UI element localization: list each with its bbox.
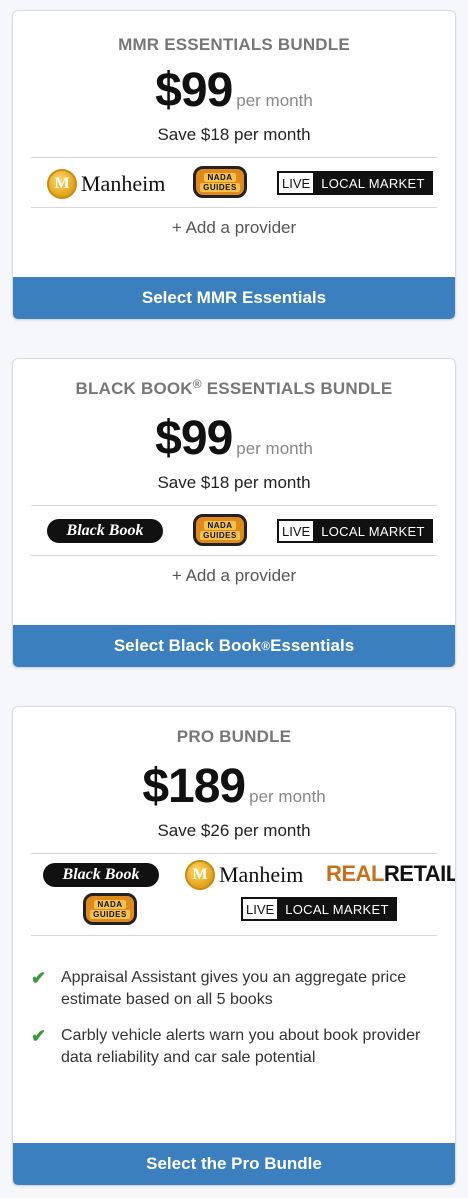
live-local-market-logo: LIVE LOCAL MARKET	[241, 897, 397, 921]
savings-text: Save $26 per month	[157, 821, 311, 840]
bundle-title: MMR ESSENTIALS BUNDLE	[118, 35, 350, 54]
divider	[31, 935, 437, 936]
manheim-wordmark: Manheim	[219, 862, 304, 887]
price-period: per month	[236, 439, 313, 458]
bundle-title: BLACK BOOK® ESSENTIALS BUNDLE	[75, 377, 393, 398]
live-local-market-logo: LIVE LOCAL MARKET	[277, 519, 433, 543]
manheim-badge-icon: M	[185, 860, 215, 890]
select-black-book-essentials-button[interactable]: Select Black Book ® Essentials	[13, 625, 455, 667]
check-icon: ✔	[31, 1026, 47, 1046]
price-period: per month	[249, 787, 326, 806]
bundle-card-pro: PRO BUNDLE $189 per month Save $26 per mo…	[12, 706, 456, 1186]
black-book-logo: Black Book	[43, 863, 159, 887]
live-local-market-logo: LIVE LOCAL MARKET	[277, 171, 433, 195]
bundle-card-mmr: MMR ESSENTIALS BUNDLE $99 per month Save …	[12, 10, 456, 320]
feature-item: ✔ Appraisal Assistant gives you an aggre…	[31, 967, 437, 1011]
check-icon: ✔	[31, 968, 47, 988]
price: $99	[155, 412, 233, 465]
manheim-badge-icon: M	[47, 169, 77, 199]
add-provider-link[interactable]: + Add a provider	[13, 566, 455, 586]
nada-guides-logo: NADA GUIDES	[193, 166, 247, 198]
divider	[31, 207, 437, 208]
nada-guides-logo: NADA GUIDES	[83, 893, 137, 925]
real-retail-logo: REAL RETAIL	[326, 861, 456, 886]
divider	[31, 505, 437, 506]
manheim-wordmark: Manheim	[81, 171, 166, 196]
bundle-title: PRO BUNDLE	[176, 727, 292, 746]
divider	[31, 157, 437, 158]
manheim-logo: M Manheim	[185, 858, 303, 892]
divider	[31, 555, 437, 556]
bundle-card-black-book: BLACK BOOK® ESSENTIALS BUNDLE $99 per mon…	[12, 358, 456, 668]
price-period: per month	[236, 91, 313, 110]
price-row: $99 per month	[13, 411, 455, 466]
price: $99	[155, 64, 233, 117]
select-pro-bundle-button[interactable]: Select the Pro Bundle	[13, 1143, 455, 1185]
savings-text: Save $18 per month	[157, 473, 311, 492]
savings-text: Save $18 per month	[157, 125, 311, 144]
feature-item: ✔ Carbly vehicle alerts warn you about b…	[31, 1025, 437, 1069]
manheim-logo: M Manheim	[47, 167, 165, 201]
black-book-logo: Black Book	[47, 519, 163, 543]
add-provider-link[interactable]: + Add a provider	[13, 218, 455, 238]
price-row: $99 per month	[13, 63, 455, 118]
price-row: $189 per month	[13, 759, 455, 814]
divider	[31, 853, 437, 854]
nada-guides-logo: NADA GUIDES	[193, 514, 247, 546]
feature-text: Carbly vehicle alerts warn you about boo…	[61, 1027, 421, 1066]
select-mmr-essentials-button[interactable]: Select MMR Essentials	[13, 277, 455, 319]
feature-text: Appraisal Assistant gives you an aggrega…	[61, 969, 407, 1008]
price: $189	[142, 760, 246, 813]
